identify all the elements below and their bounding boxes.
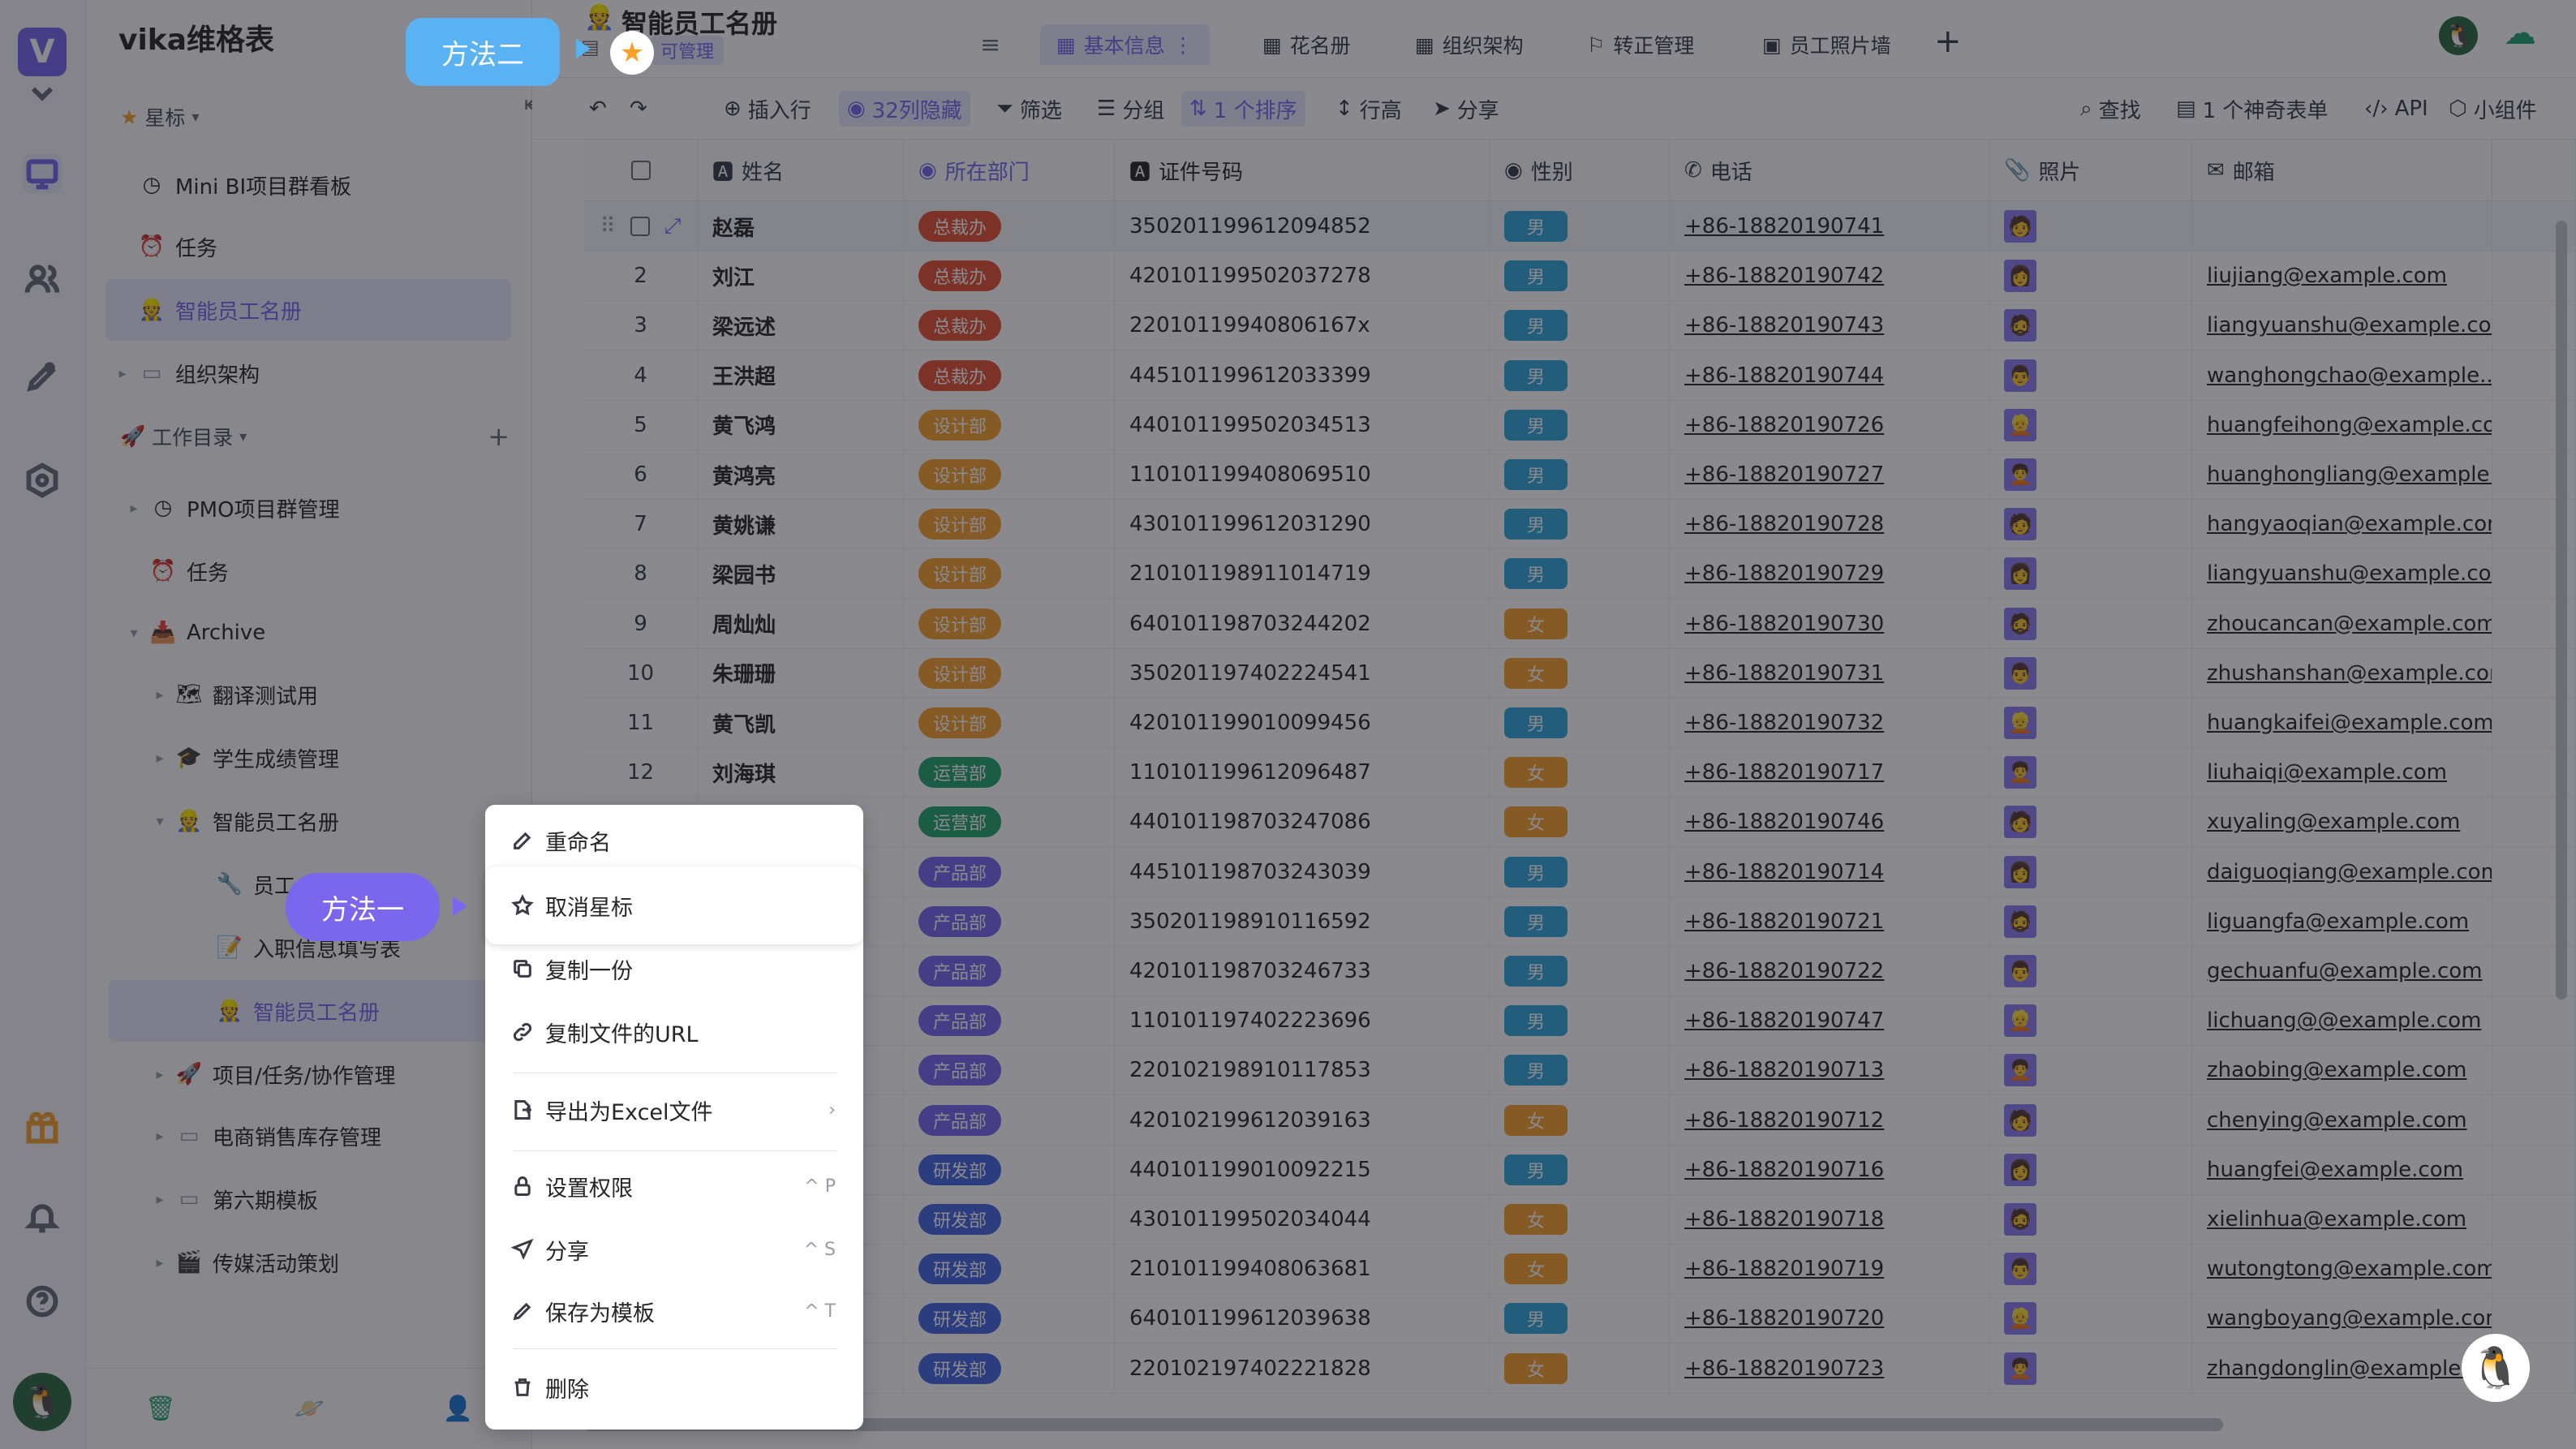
- shortcut-label: ^ P: [804, 1176, 836, 1197]
- menu-item-label: 保存为模板: [545, 1301, 655, 1326]
- pencil-icon: [514, 832, 531, 849]
- template-icon: [513, 1302, 531, 1321]
- star-icon[interactable]: ★: [610, 31, 654, 75]
- menu-item-save-template[interactable]: 保存为模板 ^ T: [500, 1282, 849, 1340]
- callout-arrow: [576, 39, 591, 58]
- menu-item-label: 重命名: [545, 830, 611, 856]
- menu-item-label: 分享: [545, 1239, 589, 1265]
- menu-item-export-excel[interactable]: 导出为Excel文件 ›: [500, 1081, 849, 1139]
- menu-item-label: 复制文件的URL: [545, 1021, 699, 1047]
- menu-item-label: 取消星标: [545, 895, 633, 921]
- menu-item-delete[interactable]: 删除: [500, 1358, 849, 1417]
- callout-arrow: [453, 896, 467, 916]
- copy-icon: [514, 960, 531, 978]
- menu-item-permission[interactable]: 设置权限 ^ P: [500, 1157, 849, 1215]
- divider: [513, 1150, 837, 1151]
- chevron-right-icon: ›: [828, 1099, 836, 1120]
- divider: [513, 1348, 837, 1349]
- trash-icon: [514, 1378, 531, 1396]
- callout-method-one: 方法一: [286, 873, 440, 941]
- shortcut-label: ^ S: [803, 1239, 836, 1260]
- menu-item-copy[interactable]: 复制一份: [500, 939, 849, 998]
- menu-item-label: 导出为Excel文件: [545, 1099, 713, 1125]
- menu-item-share[interactable]: 分享 ^ S: [500, 1220, 849, 1279]
- link-icon: [513, 1022, 532, 1042]
- export-icon: [514, 1099, 532, 1120]
- assistant-bot-icon[interactable]: 🐧: [2462, 1334, 2530, 1402]
- send-icon: [511, 1238, 534, 1261]
- menu-item-label: 复制一份: [545, 958, 633, 984]
- menu-item-label: 设置权限: [545, 1176, 633, 1202]
- context-menu: 重命名 复制一份 复制文件的URL 导出为Excel文件 › 设置权限 ^ P …: [485, 805, 863, 1430]
- menu-item-unstar[interactable]: 取消星标: [485, 866, 863, 944]
- callout-method-two: 方法二: [406, 18, 560, 86]
- menu-item-copy-url[interactable]: 复制文件的URL: [500, 1003, 849, 1061]
- menu-item-label: 删除: [545, 1377, 589, 1403]
- lock-icon: [514, 1176, 531, 1197]
- star-outline-icon: [511, 894, 534, 916]
- dim-overlay: [0, 0, 2576, 1449]
- menu-item-rename[interactable]: 重命名: [500, 811, 849, 870]
- shortcut-label: ^ T: [804, 1301, 836, 1322]
